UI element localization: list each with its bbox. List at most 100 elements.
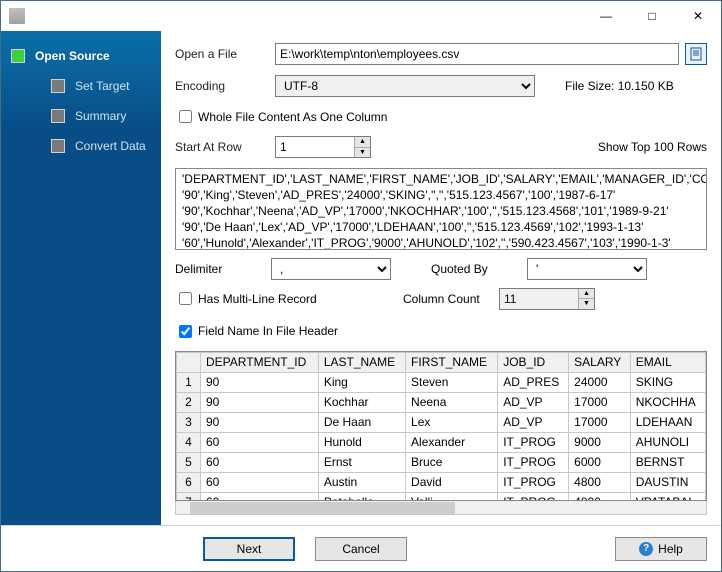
table-cell[interactable]: VPATABAL: [630, 492, 705, 501]
table-cell[interactable]: AHUNOLI: [630, 432, 705, 452]
table-cell[interactable]: Valli: [406, 492, 498, 501]
sidebar-step-summary[interactable]: Summary: [11, 101, 161, 131]
table-row[interactable]: 760PataballaValliIT_PROG4800VPATABAL: [177, 492, 706, 501]
table-cell[interactable]: SKING: [630, 372, 705, 392]
delimiter-select[interactable]: ,: [271, 258, 391, 280]
table-cell[interactable]: 17000: [569, 392, 631, 412]
table-cell[interactable]: IT_PROG: [498, 432, 569, 452]
sidebar-step-label: Convert Data: [75, 139, 146, 153]
sidebar-step-label: Set Target: [75, 79, 129, 93]
table-cell[interactable]: AD_PRES: [498, 372, 569, 392]
next-button[interactable]: Next: [203, 537, 295, 561]
table-row[interactable]: 560ErnstBruceIT_PROG6000BERNST: [177, 452, 706, 472]
table-row[interactable]: 660AustinDavidIT_PROG4800DAUSTIN: [177, 472, 706, 492]
row-number-cell: 6: [177, 472, 201, 492]
table-cell[interactable]: 24000: [569, 372, 631, 392]
browse-file-button[interactable]: [685, 43, 707, 65]
table-cell[interactable]: 9000: [569, 432, 631, 452]
field-name-header-label: Field Name In File Header: [198, 324, 338, 338]
table-cell[interactable]: 6000: [569, 452, 631, 472]
table-cell[interactable]: Lex: [406, 412, 498, 432]
help-icon: ?: [639, 542, 653, 556]
table-row[interactable]: 190KingStevenAD_PRES24000SKING: [177, 372, 706, 392]
close-button[interactable]: ✕: [675, 1, 721, 31]
table-cell[interactable]: 60: [201, 472, 319, 492]
table-cell[interactable]: 90: [201, 392, 319, 412]
maximize-button[interactable]: □: [629, 1, 675, 31]
step-status-box: [11, 49, 25, 63]
preview-line: '60','Hunold','Alexander','IT_PROG','900…: [182, 235, 700, 250]
table-cell[interactable]: Alexander: [406, 432, 498, 452]
spin-up-button[interactable]: ▲: [354, 137, 370, 148]
table-cell[interactable]: 60: [201, 432, 319, 452]
table-cell[interactable]: Austin: [318, 472, 405, 492]
table-cell[interactable]: IT_PROG: [498, 492, 569, 501]
data-grid[interactable]: DEPARTMENT_IDLAST_NAMEFIRST_NAMEJOB_IDSA…: [175, 351, 707, 501]
column-count-label: Column Count: [403, 292, 487, 306]
table-cell[interactable]: 60: [201, 452, 319, 472]
encoding-select[interactable]: UTF-8: [275, 75, 535, 97]
table-cell[interactable]: AD_VP: [498, 392, 569, 412]
multiline-label: Has Multi-Line Record: [198, 292, 317, 306]
sidebar-step-convert-data[interactable]: Convert Data: [11, 131, 161, 161]
wizard-sidebar: Open Source Set Target Summary Convert Data: [1, 31, 161, 525]
column-header[interactable]: EMAIL: [630, 352, 705, 372]
table-cell[interactable]: IT_PROG: [498, 452, 569, 472]
table-row[interactable]: 460HunoldAlexanderIT_PROG9000AHUNOLI: [177, 432, 706, 452]
file-path-input[interactable]: [275, 43, 679, 65]
table-cell[interactable]: Steven: [406, 372, 498, 392]
step-status-box: [51, 139, 65, 153]
row-number-cell: 3: [177, 412, 201, 432]
table-cell[interactable]: Pataballa: [318, 492, 405, 501]
column-header[interactable]: JOB_ID: [498, 352, 569, 372]
table-cell[interactable]: Ernst: [318, 452, 405, 472]
table-cell[interactable]: LDEHAAN: [630, 412, 705, 432]
document-icon: [689, 47, 703, 61]
file-size-text: File Size: 10.150 KB: [565, 79, 674, 93]
sidebar-step-open-source[interactable]: Open Source: [11, 41, 161, 71]
table-cell[interactable]: Bruce: [406, 452, 498, 472]
preview-line: '90','King','Steven','AD_PRES','24000','…: [182, 187, 700, 203]
spin-down-button[interactable]: ▼: [354, 148, 370, 158]
start-at-row-label: Start At Row: [175, 140, 275, 154]
cancel-button[interactable]: Cancel: [315, 537, 407, 561]
table-cell[interactable]: IT_PROG: [498, 472, 569, 492]
table-cell[interactable]: David: [406, 472, 498, 492]
table-cell[interactable]: King: [318, 372, 405, 392]
table-cell[interactable]: 4800: [569, 472, 631, 492]
table-cell[interactable]: DAUSTIN: [630, 472, 705, 492]
sidebar-step-set-target[interactable]: Set Target: [11, 71, 161, 101]
table-cell[interactable]: 4800: [569, 492, 631, 501]
grid-horizontal-scrollbar[interactable]: [175, 501, 707, 515]
table-row[interactable]: 290KochharNeenaAD_VP17000NKOCHHA: [177, 392, 706, 412]
table-row[interactable]: 390De HaanLexAD_VP17000LDEHAAN: [177, 412, 706, 432]
table-cell[interactable]: De Haan: [318, 412, 405, 432]
table-cell[interactable]: 90: [201, 372, 319, 392]
minimize-button[interactable]: —: [583, 1, 629, 31]
table-cell[interactable]: AD_VP: [498, 412, 569, 432]
colcount-spin-up[interactable]: ▲: [578, 289, 594, 300]
table-cell[interactable]: BERNST: [630, 452, 705, 472]
whole-file-checkbox[interactable]: [179, 110, 192, 123]
table-cell[interactable]: Hunold: [318, 432, 405, 452]
content-pane: Open a File Encoding UTF-8 File Size: 10…: [161, 31, 721, 525]
table-cell[interactable]: 17000: [569, 412, 631, 432]
colcount-spin-down[interactable]: ▼: [578, 299, 594, 309]
field-name-header-checkbox[interactable]: [179, 325, 192, 338]
multiline-checkbox[interactable]: [179, 292, 192, 305]
table-cell[interactable]: Kochhar: [318, 392, 405, 412]
table-cell[interactable]: 90: [201, 412, 319, 432]
column-header[interactable]: SALARY: [569, 352, 631, 372]
raw-preview-box[interactable]: 'DEPARTMENT_ID','LAST_NAME','FIRST_NAME'…: [175, 168, 707, 250]
quoted-by-select[interactable]: ': [527, 258, 647, 280]
table-cell[interactable]: NKOCHHA: [630, 392, 705, 412]
step-status-box: [51, 79, 65, 93]
column-header[interactable]: DEPARTMENT_ID: [201, 352, 319, 372]
column-header[interactable]: LAST_NAME: [318, 352, 405, 372]
row-number-cell: 5: [177, 452, 201, 472]
table-cell[interactable]: Neena: [406, 392, 498, 412]
help-button[interactable]: ? Help: [615, 537, 707, 561]
column-header[interactable]: FIRST_NAME: [406, 352, 498, 372]
table-cell[interactable]: 60: [201, 492, 319, 501]
app-icon: [9, 8, 25, 24]
